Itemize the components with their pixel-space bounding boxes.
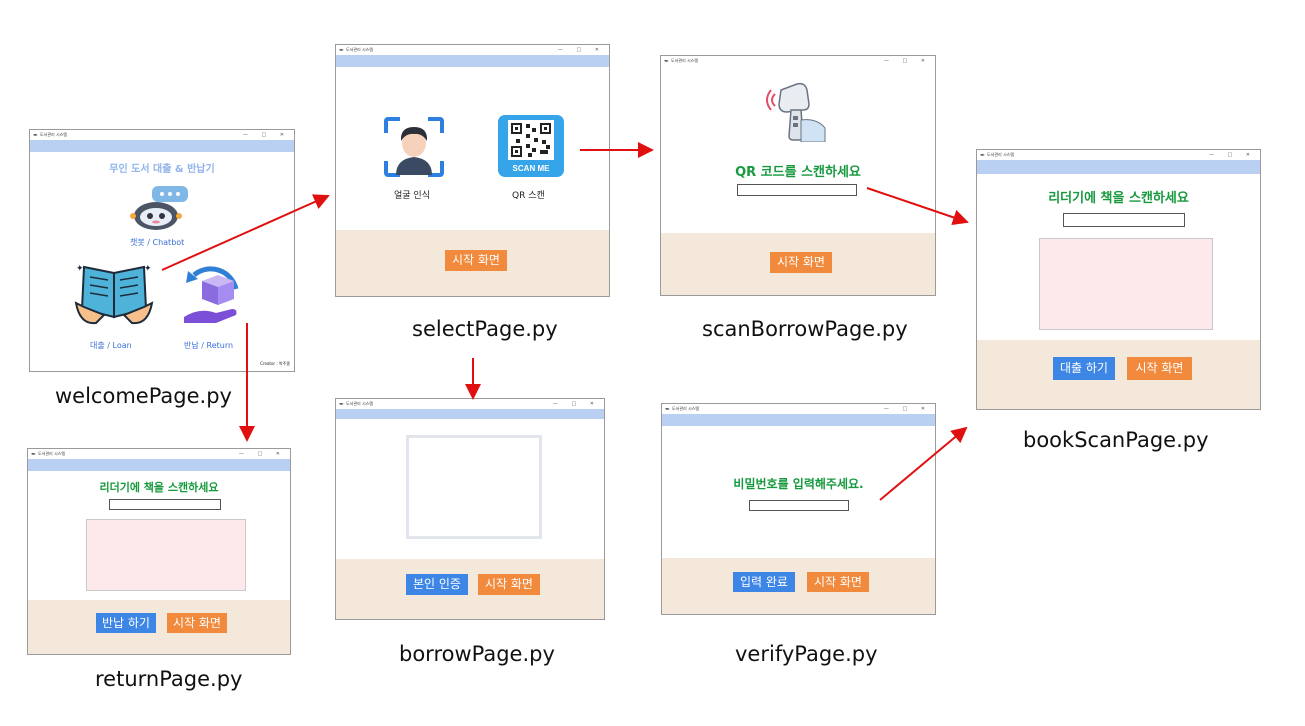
arrow-scan-to-bookscan (866, 187, 969, 226)
arrow-welcome-to-select (161, 194, 330, 271)
flow-arrows (161, 142, 969, 501)
arrow-verify-to-bookscan (879, 426, 968, 501)
